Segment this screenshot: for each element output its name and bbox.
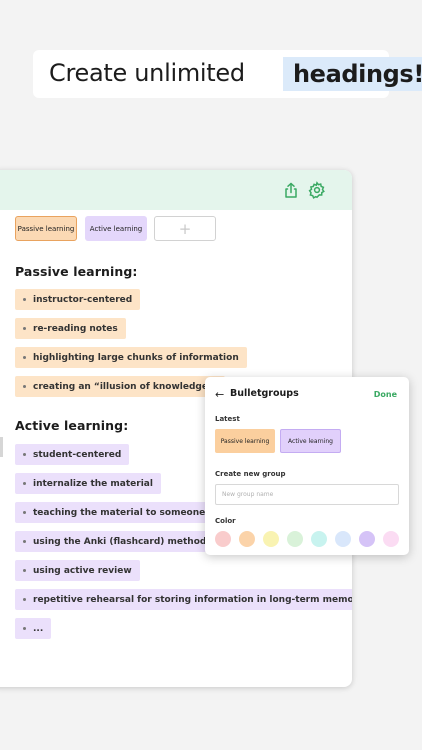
color-swatch[interactable]	[383, 531, 399, 547]
group-chip-active[interactable]: Active learning	[85, 216, 147, 241]
list-item[interactable]: repetitive rehearsal for storing informa…	[15, 589, 352, 610]
bullet-icon	[23, 327, 26, 330]
list-item[interactable]: teaching the material to someone	[15, 502, 214, 523]
list-item[interactable]: student-centered	[15, 444, 130, 465]
bullet-icon	[23, 540, 26, 543]
headline-banner: Create unlimited headings!	[33, 50, 422, 98]
list-item[interactable]: ...	[15, 618, 52, 639]
color-swatch[interactable]	[263, 531, 279, 547]
back-arrow-icon[interactable]: ←	[215, 388, 224, 401]
bullet-icon	[23, 356, 26, 359]
bullet-icon	[23, 598, 26, 601]
bulletgroups-popup: ← Bulletgroups Done Latest Passive learn…	[205, 377, 409, 555]
done-button[interactable]: Done	[374, 390, 397, 399]
latest-label: Latest	[215, 415, 240, 423]
group-chip-passive[interactable]: Passive learning	[15, 216, 77, 241]
color-swatch[interactable]	[287, 531, 303, 547]
gear-icon[interactable]	[308, 181, 326, 199]
list-item[interactable]: highlighting large chunks of information	[15, 347, 247, 368]
list-item[interactable]: using active review	[15, 560, 140, 581]
bullet-icon	[23, 298, 26, 301]
color-swatch[interactable]	[311, 531, 327, 547]
bullet-icon	[23, 385, 26, 388]
list-item[interactable]: re-reading notes	[15, 318, 126, 339]
headline-text: Create unlimited	[49, 59, 245, 87]
list-item[interactable]: internalize the material	[15, 473, 161, 494]
group-name-input[interactable]: New group name	[215, 484, 399, 505]
color-swatch[interactable]	[335, 531, 351, 547]
color-label: Color	[215, 517, 236, 525]
color-swatch[interactable]	[215, 531, 231, 547]
headline-highlight: headings!	[283, 57, 422, 91]
create-group-label: Create new group	[215, 470, 286, 478]
share-icon[interactable]	[282, 181, 300, 199]
popup-title: Bulletgroups	[230, 388, 299, 399]
bullet-icon	[23, 453, 26, 456]
latest-chip-active[interactable]: Active learning	[280, 429, 341, 453]
bullet-icon	[23, 511, 26, 514]
color-swatch[interactable]	[359, 531, 375, 547]
heading-active[interactable]: Active learning:	[15, 418, 128, 433]
bullet-icon	[23, 569, 26, 572]
add-group-button[interactable]: +	[154, 216, 216, 241]
list-item[interactable]: creating an “illusion of knowledge.”	[15, 376, 226, 397]
bullet-icon	[23, 627, 26, 630]
list-item[interactable]: instructor-centered	[15, 289, 141, 310]
heading-passive[interactable]: Passive learning:	[15, 264, 138, 279]
latest-chip-passive[interactable]: Passive learning	[215, 429, 275, 453]
card-header	[0, 170, 352, 210]
drawer-handle[interactable]	[0, 437, 3, 457]
bullet-icon	[23, 482, 26, 485]
color-swatch[interactable]	[239, 531, 255, 547]
list-item[interactable]: using the Anki (flashcard) method	[15, 531, 215, 552]
